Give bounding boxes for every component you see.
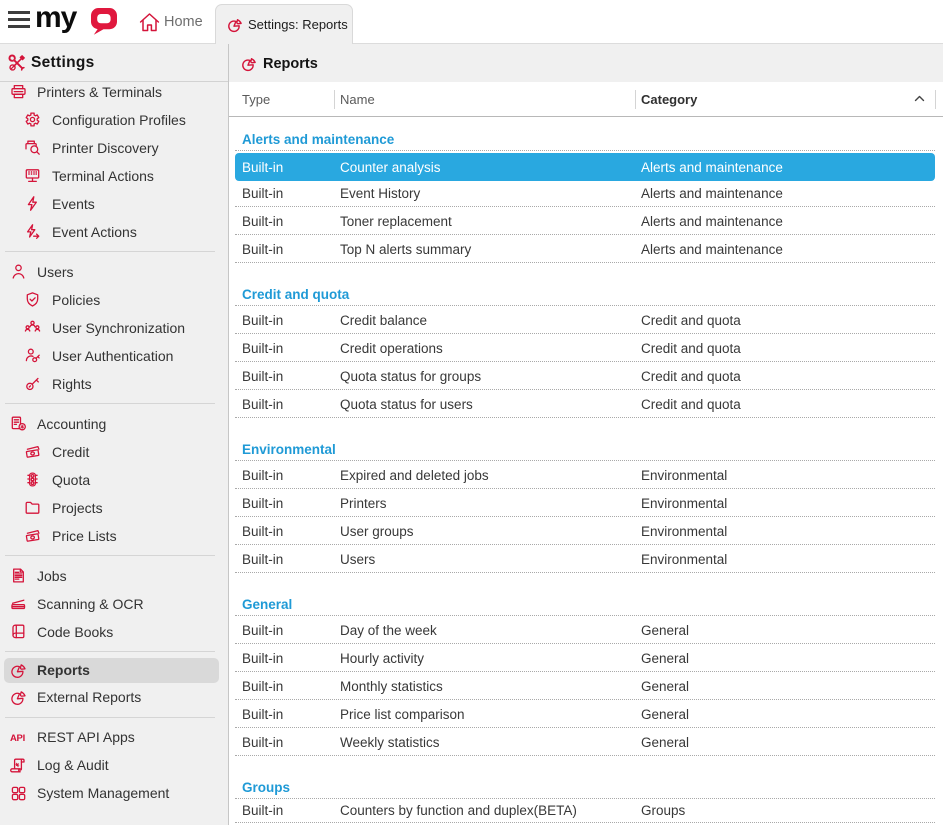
svg-text:API: API <box>10 733 25 744</box>
